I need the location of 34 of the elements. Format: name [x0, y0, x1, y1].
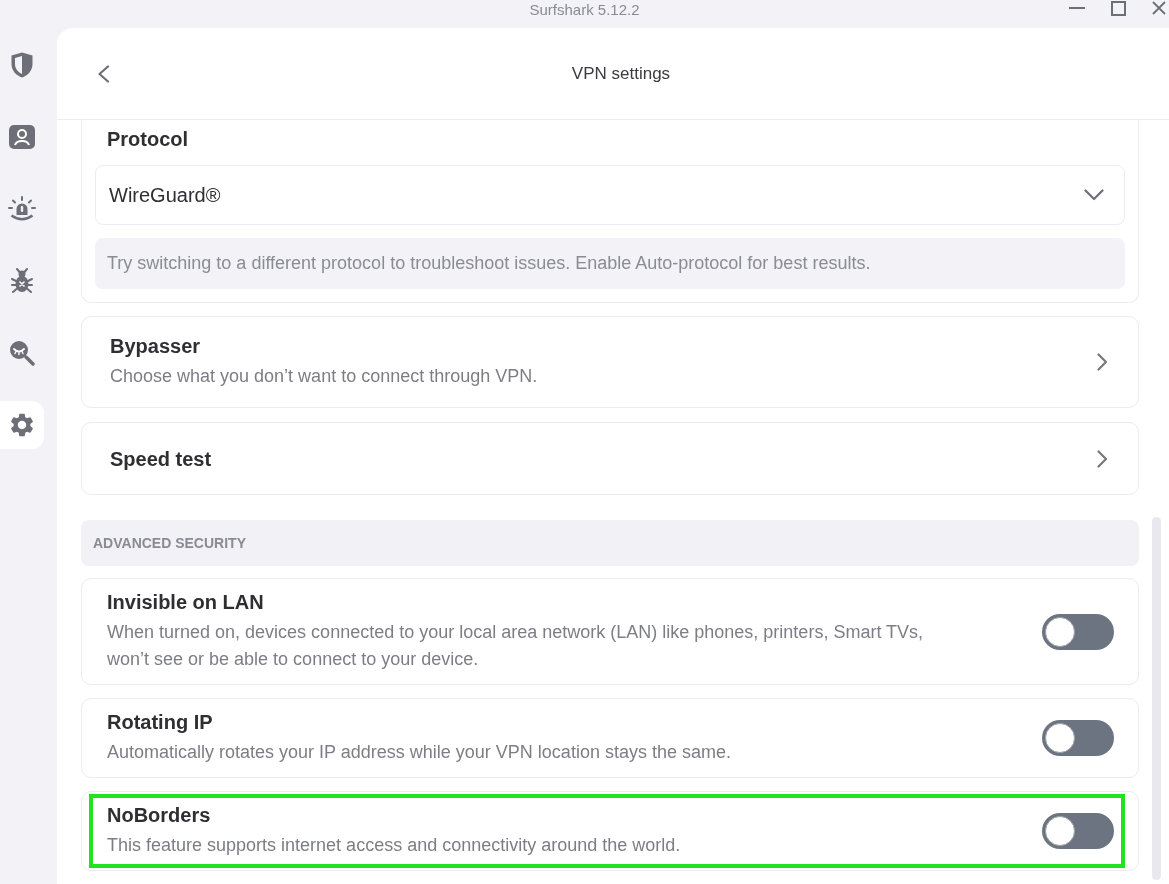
- protocol-dropdown[interactable]: WireGuard®: [95, 165, 1125, 226]
- sidebar-item[interactable]: [0, 401, 44, 449]
- chevron-left-icon: [97, 64, 110, 83]
- chevron-right-icon: [1097, 353, 1108, 371]
- setting-title: Invisible on LAN: [107, 590, 265, 614]
- setting-title: Rotating IP: [107, 710, 214, 734]
- setting-description: This feature supports internet access and connectivity around the world.: [107, 834, 682, 857]
- settings-link-row[interactable]: Speed test: [81, 422, 1139, 495]
- setting-description: Automatically rotates your IP address while your VPN location stays the same.: [107, 741, 732, 764]
- window-title: Surfshark 5.12.2: [529, 0, 640, 19]
- chevron-right-icon: [1097, 449, 1108, 468]
- chevron-down-icon: [1084, 189, 1104, 202]
- setting-title: NoBorders: [107, 803, 212, 827]
- row-title: Speed test: [110, 446, 212, 471]
- settings-icon: [8, 411, 36, 439]
- close-icon[interactable]: [1152, 1, 1166, 15]
- search-icon: [9, 340, 35, 366]
- shield-icon: [11, 52, 33, 78]
- bug-icon: [11, 267, 33, 295]
- person-icon: [9, 125, 35, 149]
- maximize-icon[interactable]: [1111, 1, 1126, 16]
- section-header: ADVANCED SECURITY: [81, 520, 1139, 566]
- toggle-switch[interactable]: [1042, 720, 1114, 756]
- back-button[interactable]: [97, 64, 111, 83]
- siren-icon: [8, 196, 36, 222]
- toggle-switch[interactable]: [1042, 613, 1114, 650]
- info-note: Try switching to a different protocol to troubleshoot issues. Enable Auto-protocol for best results.: [95, 238, 1125, 289]
- settings-link-row[interactable]: Bypasser Choose what you don’t want to connect through VPN.: [81, 316, 1139, 408]
- page-title: VPN settings: [571, 62, 671, 85]
- row-title: Bypasser: [110, 334, 202, 358]
- setting-description: When turned on, devices connected to your local area network (LAN) like phones, printers, Smart TVs, won’t see or be able to connect to your device.: [107, 621, 925, 671]
- row-description: Choose what you don’t want to connect through VPN.: [110, 365, 538, 388]
- toggle-switch[interactable]: [1042, 813, 1114, 849]
- section-title: Protocol: [106, 127, 190, 151]
